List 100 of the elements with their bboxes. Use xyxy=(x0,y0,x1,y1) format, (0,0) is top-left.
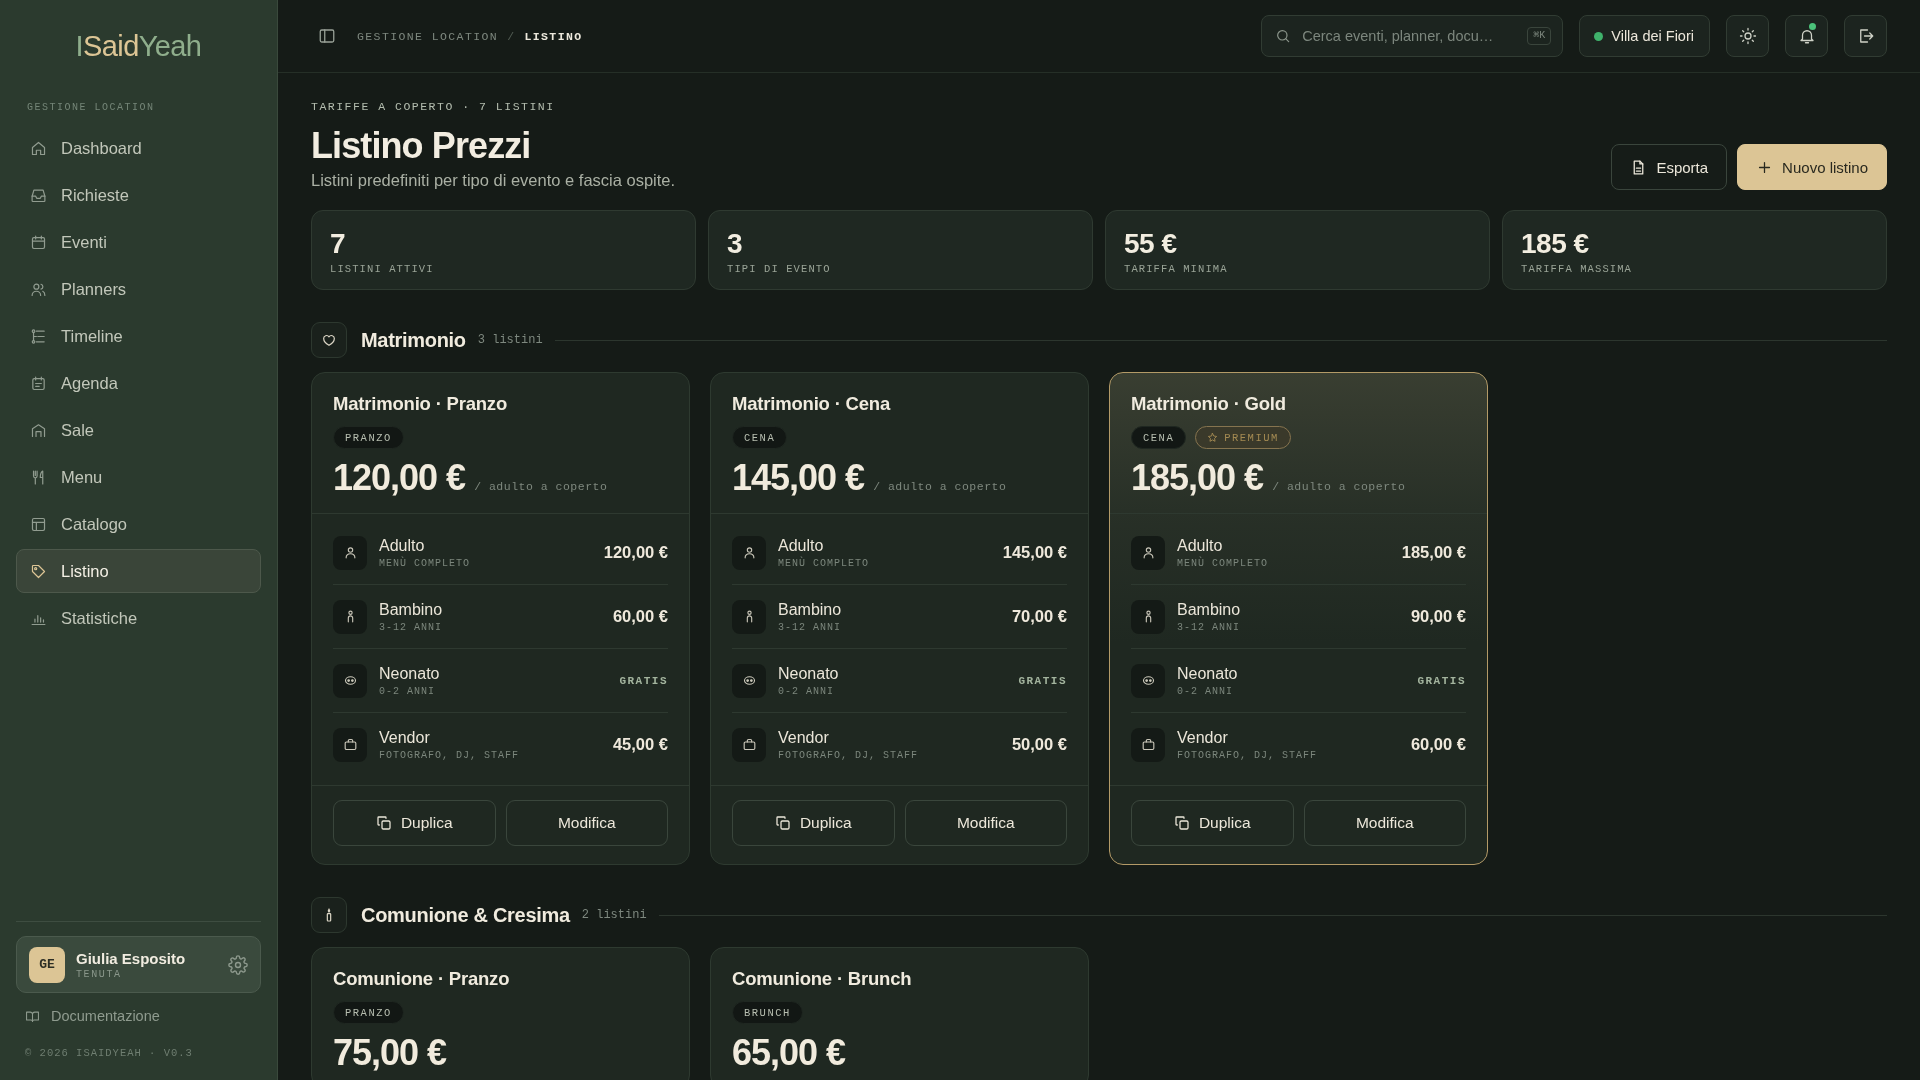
stat-label: TARIFFA MINIMA xyxy=(1124,262,1229,275)
user-role: TENUTA xyxy=(76,968,123,980)
face-icon xyxy=(333,663,367,698)
logout-button[interactable] xyxy=(1844,15,1887,57)
section-label: GESTIONE LOCATION xyxy=(27,102,156,114)
meal-tag: CENA xyxy=(732,426,788,449)
guest-type: Vendor xyxy=(379,728,431,747)
stat-label: TARIFFA MASSIMA xyxy=(1521,262,1633,275)
guest-note: MENÙ COMPLETO xyxy=(778,558,869,569)
base-price: 145,00 € xyxy=(732,458,865,498)
guest-note: 3-12 ANNI xyxy=(778,622,842,633)
theme-button[interactable] xyxy=(1726,15,1769,57)
breadcrumb-link[interactable]: GESTIONE LOCATION xyxy=(357,29,499,43)
guest-price: GRATIS xyxy=(1018,674,1067,687)
base-price: 75,00 € xyxy=(333,1033,447,1073)
guest-type: Neonato xyxy=(1177,664,1238,683)
card-title: Matrimonio · Gold xyxy=(1131,393,1287,415)
guest-note: 0-2 ANNI xyxy=(778,686,835,697)
guest-note: 3-12 ANNI xyxy=(379,622,443,633)
tag-icon xyxy=(30,562,47,580)
sidebar-toggle-icon[interactable] xyxy=(318,27,336,45)
child-icon xyxy=(732,599,766,634)
guest-note: FOTOGRAFO, DJ, STAFF xyxy=(379,750,520,761)
venue-button[interactable]: Villa dei Fiori xyxy=(1579,15,1710,57)
guest-type: Adulto xyxy=(379,536,426,555)
person-icon xyxy=(732,535,766,570)
nav-item[interactable]: Agenda xyxy=(16,361,261,405)
guest-note: FOTOGRAFO, DJ, STAFF xyxy=(1177,750,1318,761)
meal-tag: BRUNCH xyxy=(732,1001,803,1024)
briefcase-icon xyxy=(732,727,766,762)
price-unit: / adulto a coperto xyxy=(873,480,1007,493)
page-title: Listino Prezzi xyxy=(311,125,532,167)
new-list-button[interactable]: Nuovo listino xyxy=(1737,144,1887,190)
nav-item[interactable]: Eventi xyxy=(16,220,261,264)
guest-type: Neonato xyxy=(778,664,839,683)
guest-type: Adulto xyxy=(778,536,825,555)
candle-icon xyxy=(311,897,347,933)
guest-note: MENÙ COMPLETO xyxy=(379,558,470,569)
docs-link[interactable]: Documentazione xyxy=(16,1007,261,1025)
nav-item[interactable]: Sale xyxy=(16,408,261,452)
guest-note: 0-2 ANNI xyxy=(1177,686,1234,697)
breadcrumb-current: LISTINO xyxy=(524,29,583,43)
face-icon xyxy=(732,663,766,698)
person-icon xyxy=(1131,535,1165,570)
duplicate-button[interactable]: Duplica xyxy=(732,800,895,846)
stat-value: 7 xyxy=(330,227,347,260)
nav-item[interactable]: Listino xyxy=(16,549,261,593)
edit-button[interactable]: Modifica xyxy=(505,800,668,846)
search-icon xyxy=(1275,28,1292,44)
nav-item[interactable]: Statistiche xyxy=(16,596,261,640)
card-title: Matrimonio · Pranzo xyxy=(333,393,508,415)
nav-item[interactable]: Dashboard xyxy=(16,126,261,170)
breadcrumb-separator: / xyxy=(507,29,516,43)
base-price: 65,00 € xyxy=(732,1033,846,1073)
edit-button[interactable]: Modifica xyxy=(904,800,1067,846)
child-icon xyxy=(1131,599,1165,634)
guest-type: Bambino xyxy=(778,600,842,619)
guest-type: Bambino xyxy=(1177,600,1241,619)
settings-icon[interactable] xyxy=(228,954,248,975)
guest-price: 60,00 € xyxy=(612,607,668,626)
meal-tag: CENA xyxy=(1131,426,1187,449)
nav-item[interactable]: Richieste xyxy=(16,173,261,217)
page-subtitle: Listini predefiniti per tipo di evento e fascia ospite. xyxy=(311,170,676,190)
house-icon xyxy=(30,139,47,157)
price-unit: / adulto a coperto xyxy=(1272,480,1406,493)
guest-note: FOTOGRAFO, DJ, STAFF xyxy=(778,750,919,761)
section-count: 2 listini xyxy=(581,908,647,922)
duplicate-button[interactable]: Duplica xyxy=(1131,800,1294,846)
user-avatar: GE xyxy=(29,946,65,983)
guest-price: 145,00 € xyxy=(1002,543,1067,562)
nav-item[interactable]: Timeline xyxy=(16,314,261,358)
nav-item[interactable]: Planners xyxy=(16,267,261,311)
nav-item[interactable]: Catalogo xyxy=(16,502,261,546)
star-icon xyxy=(1207,432,1219,443)
meal-tag: PRANZO xyxy=(333,1001,404,1024)
briefcase-icon xyxy=(1131,727,1165,762)
stat-value: 3 xyxy=(727,227,744,260)
notifications-button[interactable] xyxy=(1785,15,1828,57)
face-icon xyxy=(1131,663,1165,698)
guest-note: 0-2 ANNI xyxy=(379,686,436,697)
price-unit: / adulto a coperto xyxy=(474,480,608,493)
meal-tag: PRANZO xyxy=(333,426,404,449)
guest-price: 90,00 € xyxy=(1410,607,1466,626)
edit-button[interactable]: Modifica xyxy=(1303,800,1466,846)
stat-value: 185 € xyxy=(1521,227,1590,260)
nav-item[interactable]: Menu xyxy=(16,455,261,499)
guest-price: GRATIS xyxy=(1417,674,1466,687)
briefcase-icon xyxy=(333,727,367,762)
export-button[interactable]: Esporta xyxy=(1611,144,1728,190)
guest-price: 50,00 € xyxy=(1011,735,1067,754)
guest-type: Vendor xyxy=(778,728,830,747)
copy-icon xyxy=(1173,815,1190,831)
duplicate-button[interactable]: Duplica xyxy=(333,800,496,846)
guest-price: GRATIS xyxy=(619,674,668,687)
timeline-icon xyxy=(30,327,47,345)
copy-icon xyxy=(375,815,392,831)
shortcut-hint: ⌘K xyxy=(1527,27,1552,45)
child-icon xyxy=(333,599,367,634)
guest-type: Bambino xyxy=(379,600,443,619)
guest-type: Vendor xyxy=(1177,728,1229,747)
